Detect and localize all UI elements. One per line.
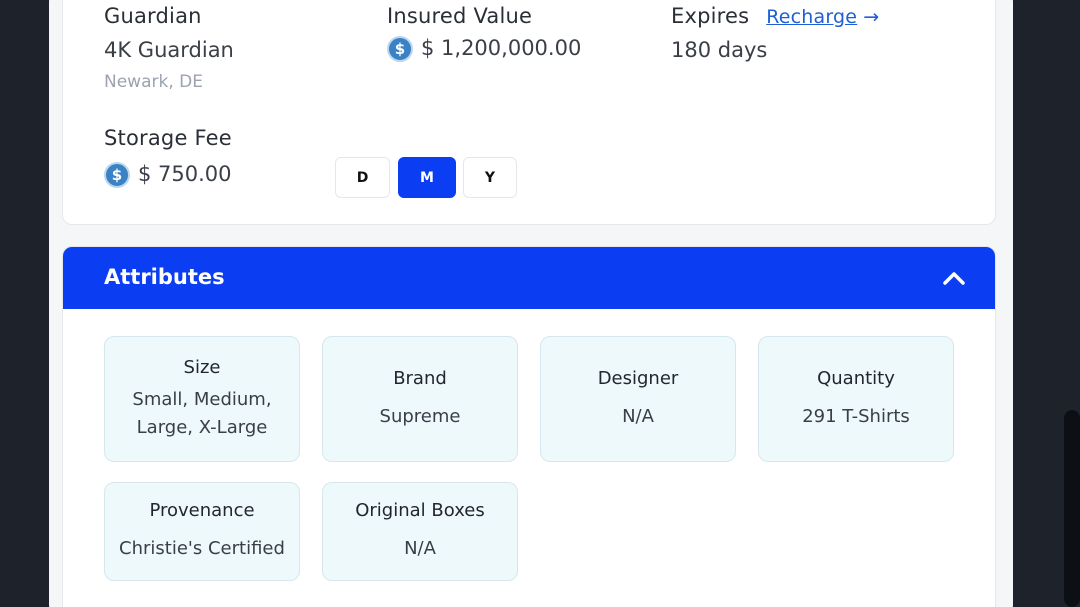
recharge-link[interactable]: Recharge [766, 6, 857, 28]
attribute-tile-size: Size Small, Medium, Large, X-Large [104, 336, 300, 462]
attribute-label: Designer [597, 367, 679, 389]
period-button-day[interactable]: D [335, 157, 390, 198]
usd-coin-icon: $ [104, 162, 130, 188]
attribute-tile-original-boxes: Original Boxes N/A [322, 482, 518, 581]
period-button-year[interactable]: Y [463, 157, 517, 198]
expires-label: Expires Recharge → [671, 4, 879, 28]
storage-fee-amount: $ 750.00 [138, 162, 232, 186]
scrollbar-thumb[interactable] [1064, 410, 1080, 607]
attribute-label: Brand [393, 367, 447, 389]
attributes-header[interactable]: Attributes [63, 247, 995, 309]
insured-value: $ $ 1,200,000.00 [387, 36, 581, 62]
attribute-label: Original Boxes [355, 500, 485, 521]
guardian-name: 4K Guardian [104, 38, 234, 62]
arrow-right-icon[interactable]: → [863, 6, 879, 28]
custody-details-card: Guardian 4K Guardian Newark, DE Insured … [62, 0, 996, 225]
chevron-up-icon[interactable] [941, 265, 967, 291]
insured-value-amount: $ 1,200,000.00 [421, 36, 582, 60]
usd-coin-icon: $ [387, 36, 413, 62]
attribute-value: N/A [622, 405, 654, 427]
attribute-value: Supreme [379, 405, 461, 427]
insured-value-label: Insured Value [387, 4, 533, 28]
attribute-tile-quantity: Quantity 291 T-Shirts [758, 336, 954, 462]
attributes-title: Attributes [104, 265, 225, 289]
attribute-value: N/A [404, 538, 436, 559]
guardian-label: Guardian [104, 4, 202, 28]
attribute-tile-brand: Brand Supreme [322, 336, 518, 462]
attributes-card: Attributes Size Small, Medium, Large, X-… [62, 246, 996, 607]
expires-label-text: Expires [671, 4, 750, 28]
attribute-value: Small, Medium, Large, X-Large [132, 388, 272, 438]
storage-fee-label: Storage Fee [104, 126, 232, 150]
expires-value: 180 days [671, 38, 768, 62]
attribute-tile-designer: Designer N/A [540, 336, 736, 462]
attribute-label: Quantity [817, 367, 895, 389]
guardian-location: Newark, DE [104, 72, 203, 92]
attribute-label: Size [183, 356, 221, 378]
attribute-value: 291 T-Shirts [802, 405, 910, 427]
attribute-value: Christie's Certified [119, 538, 285, 559]
period-button-month[interactable]: M [398, 157, 456, 198]
attribute-label: Provenance [149, 500, 255, 521]
device-screen: Guardian 4K Guardian Newark, DE Insured … [49, 0, 1013, 607]
storage-fee-value: $ $ 750.00 [104, 162, 232, 188]
attribute-tile-provenance: Provenance Christie's Certified [104, 482, 300, 581]
